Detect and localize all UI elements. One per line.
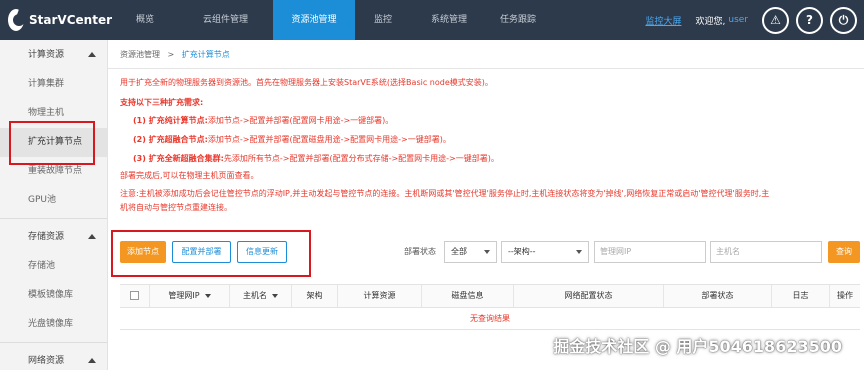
column-header: 日志	[772, 285, 830, 307]
monitor-screen-link[interactable]: 监控大屏	[645, 14, 681, 27]
column-header: 部署状态	[664, 285, 772, 307]
column-header: 操作	[837, 291, 853, 300]
sidebar-group-network[interactable]: 网络资源	[0, 346, 107, 370]
architecture-value: --架构--	[508, 247, 536, 256]
select-all-cell	[120, 285, 150, 307]
hostname-input[interactable]: 主机名	[710, 241, 822, 263]
sidebar-item-reinstall-node[interactable]: 重装故障节点	[0, 157, 107, 186]
sidebar-item-expand-compute-node[interactable]: 扩充计算节点	[0, 128, 107, 157]
sidebar-item-physical-host[interactable]: 物理主机	[0, 99, 107, 128]
top-bar: StarVCenter 概览 云组件管理 资源池管理 监控 系统管理 任务跟踪 …	[0, 0, 864, 40]
chevron-down-icon	[484, 250, 490, 254]
sort-icon	[272, 293, 278, 298]
user-link[interactable]: user	[728, 15, 748, 25]
sidebar-item-template-images[interactable]: 模板镜像库	[0, 281, 107, 310]
sidebar-group-storage[interactable]: 存储资源	[0, 222, 107, 252]
breadcrumb-current: 扩充计算节点	[181, 50, 230, 59]
sidebar-divider	[0, 218, 107, 219]
search-button[interactable]: 查询	[828, 241, 860, 263]
logo-icon	[8, 9, 26, 31]
deploy-status-value: 全部	[451, 247, 467, 256]
instruction-label: (3) 扩充全新超融合集群:	[133, 154, 224, 163]
column-header: 网络配置状态	[514, 285, 664, 307]
instructions-panel: 用于扩充全新的物理服务器到资源池。首先在物理服务器上安装StarVE系统(选择B…	[108, 69, 864, 214]
select-all-checkbox[interactable]	[130, 291, 139, 300]
sidebar-group-label: 计算资源	[28, 50, 65, 60]
sidebar-item-iso-images[interactable]: 光盘镜像库	[0, 310, 107, 339]
architecture-select[interactable]: --架构--	[501, 241, 589, 263]
configure-deploy-button[interactable]: 配置并部署	[172, 241, 231, 263]
sidebar-group-label: 存储资源	[28, 232, 65, 242]
add-node-button[interactable]: 添加节点	[120, 241, 166, 263]
main-nav: 概览 云组件管理 资源池管理 监控 系统管理 任务跟踪	[112, 0, 549, 40]
deploy-status-select[interactable]: 全部	[444, 241, 497, 263]
column-header[interactable]: 管理网IP	[150, 285, 230, 307]
after-deploy-text: 部署完成后,可以在物理主机页面查看。	[120, 171, 259, 180]
welcome-text: 欢迎您,	[695, 16, 726, 27]
nodes-table: 管理网IP 主机名 架构 计算资源 磁盘信息 网络配置状态 部署状态 日志 操作…	[120, 284, 860, 330]
sidebar-divider	[0, 342, 107, 343]
sidebar-group-compute[interactable]: 计算资源	[0, 40, 107, 70]
sort-icon	[204, 293, 211, 298]
breadcrumb-separator: >	[167, 50, 175, 59]
nav-monitoring[interactable]: 监控	[355, 0, 411, 40]
nav-resource-pool[interactable]: 资源池管理	[273, 0, 355, 40]
attention-text-2: 机将自动与管控节点重建连接。	[120, 203, 232, 212]
caret-up-icon	[88, 234, 96, 239]
sidebar-group-label: 网络资源	[28, 356, 65, 366]
instruction-text: 添加节点->配置并部署(配置磁盘用途->配置网卡用途->一键部署)。	[207, 135, 451, 144]
column-header[interactable]: 主机名	[230, 285, 292, 307]
instruction-item: (2) 扩充超融合节点:添加节点->配置并部署(配置磁盘用途->配置网卡用途->…	[120, 130, 852, 149]
instruction-item: (1) 扩充纯计算节点:添加节点->配置并部署(配置网卡用途->一键部署)。	[120, 111, 852, 130]
alert-icon[interactable]: ⚠	[762, 6, 789, 34]
caret-up-icon	[88, 52, 96, 57]
chevron-down-icon	[576, 250, 582, 254]
sidebar: 计算资源 计算集群 物理主机 扩充计算节点 重装故障节点 GPU池 存储资源 存…	[0, 40, 108, 370]
nav-overview[interactable]: 概览	[112, 0, 178, 40]
column-header: 磁盘信息	[422, 285, 514, 307]
table-header: 管理网IP 主机名 架构 计算资源 磁盘信息 网络配置状态 部署状态 日志 操作	[120, 284, 860, 308]
sidebar-item-gpu-pool[interactable]: GPU池	[0, 186, 107, 215]
instruction-label: (2) 扩充超融合节点:	[133, 135, 208, 144]
nav-system[interactable]: 系统管理	[411, 0, 487, 40]
app-name: StarVCenter	[29, 13, 112, 27]
power-icon[interactable]: ⏻	[830, 6, 857, 34]
column-label: 管理网IP	[168, 291, 200, 300]
nav-cloud-components[interactable]: 云组件管理	[178, 0, 273, 40]
header-right: 监控大屏 欢迎您, user ⚠ ? ⏻	[645, 0, 864, 40]
management-ip-input[interactable]: 管理网IP	[594, 241, 706, 263]
refresh-info-button[interactable]: 信息更新	[237, 241, 287, 263]
toolbar: 添加节点 配置并部署 信息更新 部署状态 全部 --架构-- 管理网IP 主机名…	[120, 241, 860, 263]
instruction-item: (3) 扩充全新超融合集群:先添加所有节点->配置并部署(配置分布式存储->配置…	[120, 149, 852, 168]
deploy-status-label: 部署状态	[404, 247, 436, 256]
column-header: 计算资源	[338, 285, 422, 307]
instruction-text: 添加节点->配置并部署(配置网卡用途->一键部署)。	[207, 116, 394, 125]
column-label: 主机名	[243, 291, 267, 300]
support-heading: 支持以下三种扩充需求:	[120, 98, 204, 107]
sidebar-item-storage-pool[interactable]: 存储池	[0, 252, 107, 281]
breadcrumb: 资源池管理 > 扩充计算节点	[108, 40, 864, 69]
instruction-label: (1) 扩充纯计算节点:	[133, 116, 208, 125]
nav-tasks[interactable]: 任务跟踪	[487, 0, 549, 40]
intro-text: 用于扩充全新的物理服务器到资源池。首先在物理服务器上安装StarVE系统(选择B…	[120, 78, 493, 87]
breadcrumb-root[interactable]: 资源池管理	[120, 50, 160, 59]
column-header: 架构	[292, 285, 338, 307]
help-icon[interactable]: ?	[796, 6, 823, 34]
watermark: 掘金技术社区 @ 用户504618623500	[553, 337, 842, 356]
main-content: 资源池管理 > 扩充计算节点 用于扩充全新的物理服务器到资源池。首先在物理服务器…	[108, 40, 864, 370]
app-logo[interactable]: StarVCenter	[0, 0, 112, 40]
sidebar-item-compute-cluster[interactable]: 计算集群	[0, 70, 107, 99]
instruction-text: 先添加所有节点->配置并部署(配置分布式存储->配置网卡用途->一键部署)。	[223, 154, 499, 163]
empty-result: 无查询结果	[120, 308, 860, 330]
attention-text-1: 注意:主机被添加成功后会记住管控节点的浮动IP,并主动发起与管控节点的连接。主机…	[120, 189, 770, 198]
caret-up-icon	[88, 358, 96, 363]
